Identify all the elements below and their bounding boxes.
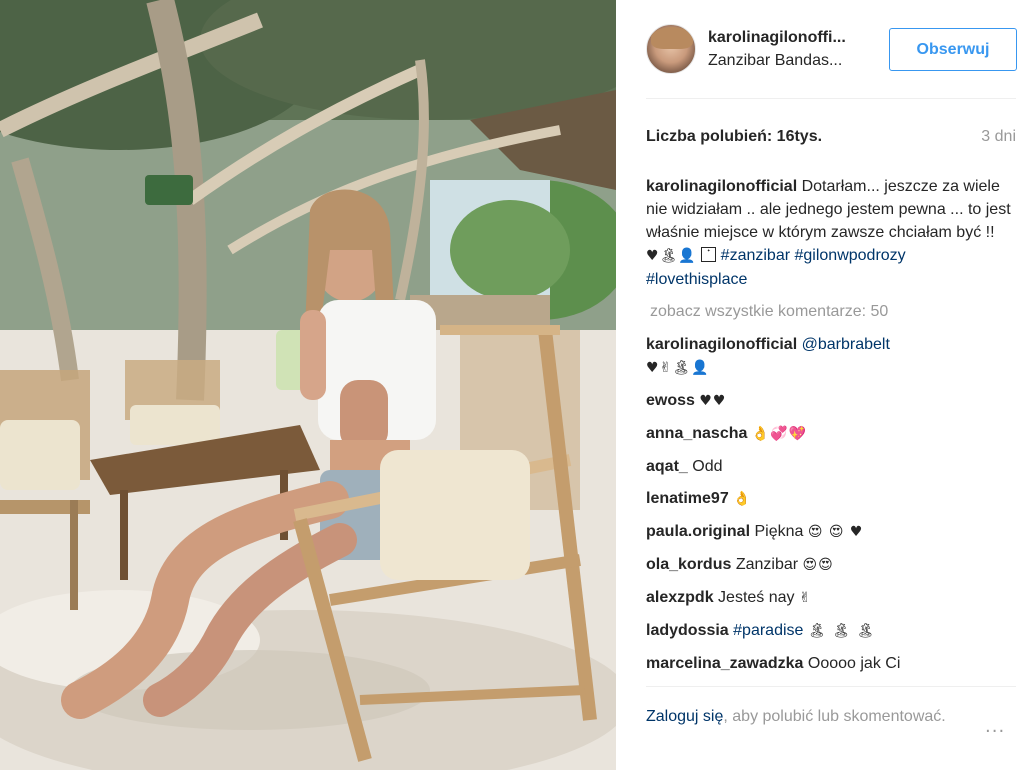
comments-list: karolinagilonofficial Dotarłam... jeszcz…	[646, 175, 1018, 683]
caption: karolinagilonofficial Dotarłam... jeszcz…	[646, 175, 1018, 291]
comment-emoji: 😍 😍 ♥	[807, 524, 864, 540]
likes-count[interactable]: Liczba polubień: 16tys.	[646, 128, 822, 146]
comment-text: Piękna	[754, 523, 804, 540]
more-options-icon[interactable]: ...	[985, 716, 1005, 737]
hashtag-link[interactable]: #zanzibar	[721, 247, 790, 264]
comment-text: Ooooo jak Ci	[807, 655, 901, 672]
comment-emoji: ♥✌🏝👤	[646, 360, 710, 376]
post-username[interactable]: karolinagilonoffi...	[708, 29, 846, 47]
comment-item: marcelina_zawadzka Ooooo jak Ci	[646, 652, 1018, 675]
comment-item: ola_kordus Zanzibar 😍😍	[646, 553, 1018, 577]
comment-username[interactable]: alexzpdk	[646, 589, 714, 606]
likes-row: Liczba polubień: 16tys. 3 dni	[646, 128, 1016, 150]
avatar[interactable]	[646, 24, 696, 74]
comment-username[interactable]: ola_kordus	[646, 556, 731, 573]
hashtag-link[interactable]: #lovethisplace	[646, 271, 747, 288]
emoji-placeholder-icon: ✦	[701, 247, 717, 262]
comment-username[interactable]: anna_nascha	[646, 425, 747, 442]
comment-emoji: 👌	[733, 491, 752, 507]
comment-username[interactable]: ladydossia	[646, 622, 729, 639]
comment-emoji: ✌	[798, 590, 812, 606]
comment-item: ewoss ♥♥	[646, 389, 1018, 413]
comment-item: ladydossia #paradise 🏝 🏝 🏝	[646, 619, 1018, 643]
login-prompt-text: , aby polubić lub skomentować.	[723, 708, 946, 725]
post-time[interactable]: 3 dni	[981, 128, 1016, 146]
view-all-comments-link[interactable]: zobacz wszystkie komentarze: 50	[650, 300, 1018, 323]
divider	[646, 98, 1016, 99]
comment-username[interactable]: aqat_	[646, 458, 688, 475]
divider	[646, 686, 1016, 687]
comment-text: Zanzibar	[735, 556, 799, 573]
comment-emoji: 🏝 🏝 🏝	[807, 623, 876, 639]
comment-emoji: ♥♥	[699, 393, 727, 409]
comment-username[interactable]: lenatime97	[646, 490, 729, 507]
hashtag-link[interactable]: #gilonwpodrozy	[795, 247, 906, 264]
post-header: karolinagilonoffi... Zanzibar Bandas... …	[646, 24, 1018, 80]
follow-button[interactable]: Obserwuj	[889, 28, 1017, 71]
caption-author[interactable]: karolinagilonofficial	[646, 178, 797, 195]
comment-username[interactable]: marcelina_zawadzka	[646, 655, 803, 672]
comment-item: karolinagilonofficial @barbrabelt ♥✌🏝👤	[646, 333, 1018, 380]
footer-login-prompt: Zaloguj się, aby polubić lub skomentować…	[646, 705, 946, 729]
post-sidebar: karolinagilonoffi... Zanzibar Bandas... …	[616, 0, 1024, 770]
post-location[interactable]: Zanzibar Bandas...	[708, 52, 842, 70]
comment-text: Jesteś nay	[718, 589, 795, 606]
comment-username[interactable]: karolinagilonofficial	[646, 336, 797, 353]
hashtag-link[interactable]: #paradise	[733, 622, 803, 639]
comment-item: lenatime97 👌	[646, 487, 1018, 511]
login-link[interactable]: Zaloguj się	[646, 708, 723, 725]
comment-username[interactable]: paula.original	[646, 523, 750, 540]
post-photo[interactable]	[0, 0, 616, 770]
comment-item: paula.original Piękna 😍 😍 ♥	[646, 520, 1018, 544]
comment-emoji: 👌💞💖	[751, 426, 808, 442]
beach-scene-illustration	[0, 0, 616, 770]
comment-emoji: 😍😍	[802, 557, 834, 573]
comment-username[interactable]: ewoss	[646, 392, 695, 409]
comment-item: anna_nascha 👌💞💖	[646, 422, 1018, 446]
comment-text: Odd	[692, 458, 723, 475]
comment-item: alexzpdk Jesteś nay ✌	[646, 586, 1018, 610]
comment-items: karolinagilonofficial @barbrabelt ♥✌🏝👤 ewo…	[646, 333, 1018, 675]
caption-emojis: ♥🏝👤	[646, 248, 697, 264]
mention-link[interactable]: @barbrabelt	[802, 336, 890, 353]
comment-item: aqat_ Odd	[646, 455, 1018, 478]
